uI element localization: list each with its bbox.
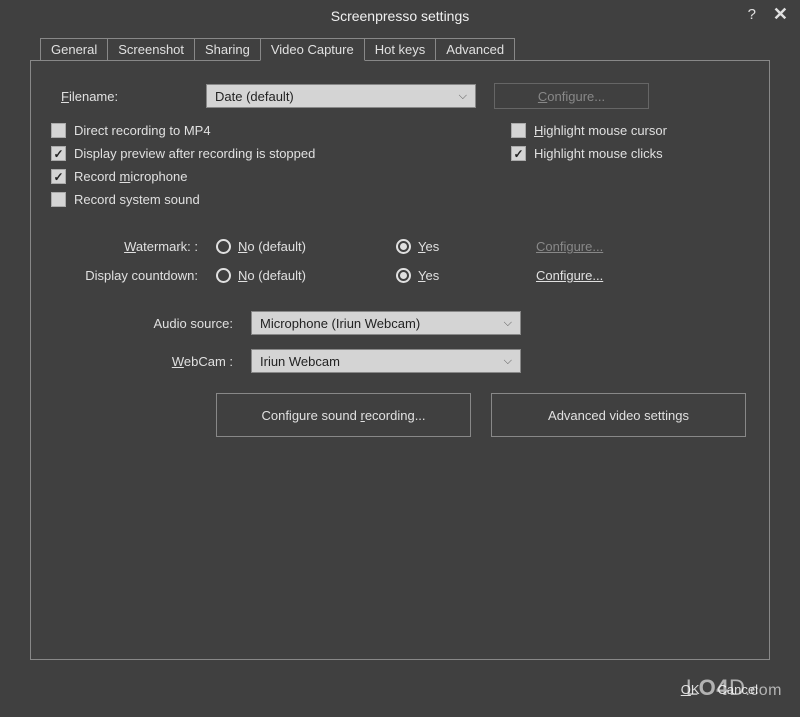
filename-label: Filename:	[51, 89, 206, 104]
radio-icon	[396, 268, 411, 283]
webcam-value: Iriun Webcam	[260, 354, 340, 369]
checkbox-icon	[51, 123, 66, 138]
help-icon[interactable]: ?	[748, 6, 756, 23]
bottom-button-row: Configure sound recording... Advanced vi…	[51, 393, 749, 437]
audio-source-combo[interactable]: Microphone (Iriun Webcam) ⌵	[251, 311, 521, 335]
dialog-buttons: OK Cancel	[681, 682, 758, 697]
chevron-down-icon: ⌵	[504, 317, 512, 330]
tab-hot-keys[interactable]: Hot keys	[364, 38, 437, 60]
filename-combo[interactable]: Date (default) ⌵	[206, 84, 476, 108]
tab-general[interactable]: General	[40, 38, 108, 60]
checkbox-record-system[interactable]: Record system sound	[51, 192, 511, 207]
countdown-row: Display countdown: No (default) Yes Conf…	[51, 268, 749, 283]
checkbox-icon	[51, 146, 66, 161]
checkbox-group: Direct recording to MP4 Display preview …	[51, 123, 749, 215]
tab-screenshot[interactable]: Screenshot	[107, 38, 195, 60]
audio-source-label: Audio source:	[51, 316, 251, 331]
titlebar: Screenpresso settings ? ✕	[0, 0, 800, 32]
radio-icon	[396, 239, 411, 254]
tab-panel: Filename: Date (default) ⌵ Configure... …	[30, 60, 770, 660]
checkbox-icon	[51, 192, 66, 207]
window-title: Screenpresso settings	[331, 8, 470, 24]
checkbox-display-preview[interactable]: Display preview after recording is stopp…	[51, 146, 511, 161]
filename-row: Filename: Date (default) ⌵ Configure...	[51, 83, 749, 109]
checkbox-highlight-cursor[interactable]: Highlight mouse cursor	[511, 123, 749, 138]
countdown-radio-yes[interactable]: Yes	[396, 268, 496, 283]
close-icon[interactable]: ✕	[773, 4, 788, 25]
audio-source-value: Microphone (Iriun Webcam)	[260, 316, 420, 331]
chevron-down-icon: ⌵	[504, 355, 512, 368]
filename-value: Date (default)	[215, 89, 294, 104]
audio-source-row: Audio source: Microphone (Iriun Webcam) …	[51, 311, 749, 335]
checkbox-direct-mp4[interactable]: Direct recording to MP4	[51, 123, 511, 138]
radio-icon	[216, 239, 231, 254]
webcam-combo[interactable]: Iriun Webcam ⌵	[251, 349, 521, 373]
checkbox-icon	[51, 169, 66, 184]
watermark-row: Watermark: : No (default) Yes Configure.…	[51, 239, 749, 254]
chevron-down-icon: ⌵	[459, 90, 467, 103]
filename-configure-button[interactable]: Configure...	[494, 83, 649, 109]
tab-advanced[interactable]: Advanced	[435, 38, 515, 60]
countdown-configure-link[interactable]: Configure...	[536, 268, 603, 283]
tab-sharing[interactable]: Sharing	[194, 38, 261, 60]
advanced-video-button[interactable]: Advanced video settings	[491, 393, 746, 437]
tab-video-capture[interactable]: Video Capture	[260, 38, 365, 61]
tab-strip: General Screenshot Sharing Video Capture…	[0, 32, 800, 60]
checkbox-highlight-clicks[interactable]: Highlight mouse clicks	[511, 146, 749, 161]
configure-sound-button[interactable]: Configure sound recording...	[216, 393, 471, 437]
webcam-row: WebCam : Iriun Webcam ⌵	[51, 349, 749, 373]
checkbox-icon	[511, 146, 526, 161]
checkbox-icon	[511, 123, 526, 138]
cancel-button[interactable]: Cancel	[718, 682, 758, 697]
countdown-label: Display countdown:	[51, 268, 216, 283]
watermark-radio-no[interactable]: No (default)	[216, 239, 356, 254]
watermark-label: Watermark: :	[51, 239, 216, 254]
watermark-radio-yes[interactable]: Yes	[396, 239, 496, 254]
ok-button[interactable]: OK	[681, 682, 700, 697]
radio-icon	[216, 268, 231, 283]
webcam-label: WebCam :	[51, 354, 251, 369]
checkbox-record-mic[interactable]: Record microphone	[51, 169, 511, 184]
watermark-configure-link: Configure...	[536, 239, 603, 254]
countdown-radio-no[interactable]: No (default)	[216, 268, 356, 283]
